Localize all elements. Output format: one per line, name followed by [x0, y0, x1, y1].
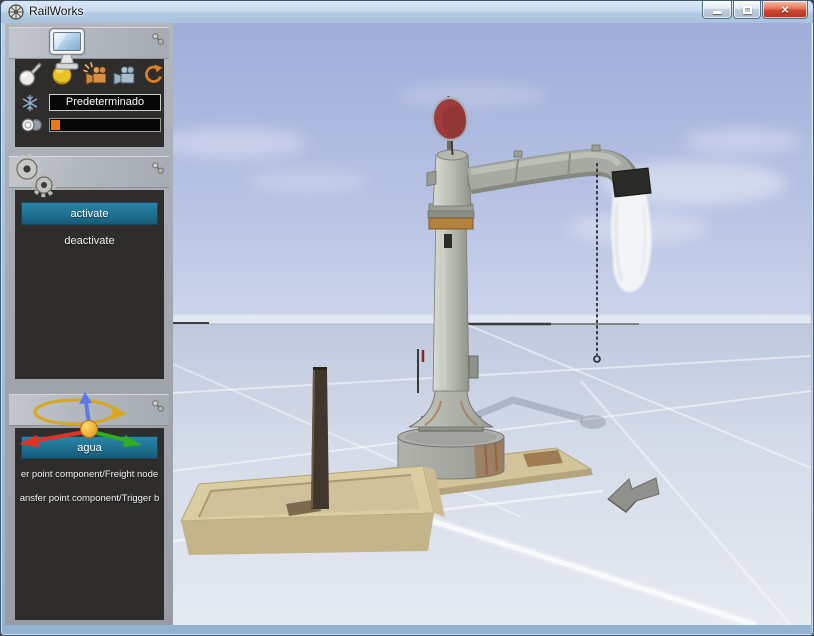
client-area: Predeterminado — [5, 23, 811, 625]
trough-pole — [311, 367, 329, 509]
viewport-3d[interactable] — [173, 23, 811, 625]
list-item-label: activate — [71, 208, 109, 220]
rust-collar — [429, 218, 473, 229]
sidebar: Predeterminado — [5, 23, 173, 625]
reset-rotation-icon[interactable] — [139, 61, 165, 87]
slider-handle[interactable] — [51, 120, 60, 130]
maximize-icon — [743, 6, 752, 14]
sphere-brush-icon[interactable] — [17, 61, 43, 87]
panel-camera-body: Predeterminado — [15, 59, 164, 147]
brightness-slider[interactable] — [49, 118, 161, 132]
window-title: RailWorks — [29, 4, 83, 18]
water-plume — [611, 187, 651, 292]
camera-icon[interactable] — [111, 61, 137, 87]
environment-field[interactable]: Predeterminado — [49, 94, 161, 111]
railworks-window: RailWorks × — [0, 0, 814, 636]
panel-actions-body: activate deactivate — [15, 190, 164, 379]
panel-header-camera[interactable] — [9, 27, 169, 59]
link-icon[interactable] — [151, 161, 165, 175]
list-item-label: ansfer point component/Trigger b — [20, 493, 160, 504]
list-item-trigger[interactable]: ansfer point component/Trigger b — [15, 489, 164, 507]
panel-transform-body: agua er point component/Freight node ans… — [15, 428, 164, 620]
list-item-freight-node[interactable]: er point component/Freight node — [15, 465, 164, 483]
link-icon[interactable] — [151, 399, 165, 413]
title-bar[interactable]: RailWorks × — [1, 1, 814, 23]
water-spout — [612, 168, 651, 197]
window-controls: × — [701, 1, 808, 19]
link-icon[interactable] — [151, 32, 165, 46]
monitor-icon — [45, 25, 89, 78]
axis-gizmo-icon — [11, 392, 143, 453]
blend-circles-icon — [19, 117, 45, 133]
gears-icon — [9, 154, 63, 205]
list-item-activate[interactable]: activate — [21, 202, 158, 225]
close-icon: × — [781, 2, 789, 18]
list-item-label: deactivate — [64, 235, 114, 247]
scene-svg — [173, 23, 811, 625]
close-button[interactable]: × — [762, 1, 808, 19]
minimize-button[interactable] — [702, 1, 732, 19]
snowflake-icon — [21, 94, 39, 112]
list-item-label: er point component/Freight node — [21, 469, 158, 480]
minimize-icon — [713, 11, 722, 14]
maximize-button[interactable] — [733, 1, 761, 19]
railworks-logo-icon — [8, 4, 24, 20]
list-item-deactivate[interactable]: deactivate — [15, 231, 164, 251]
